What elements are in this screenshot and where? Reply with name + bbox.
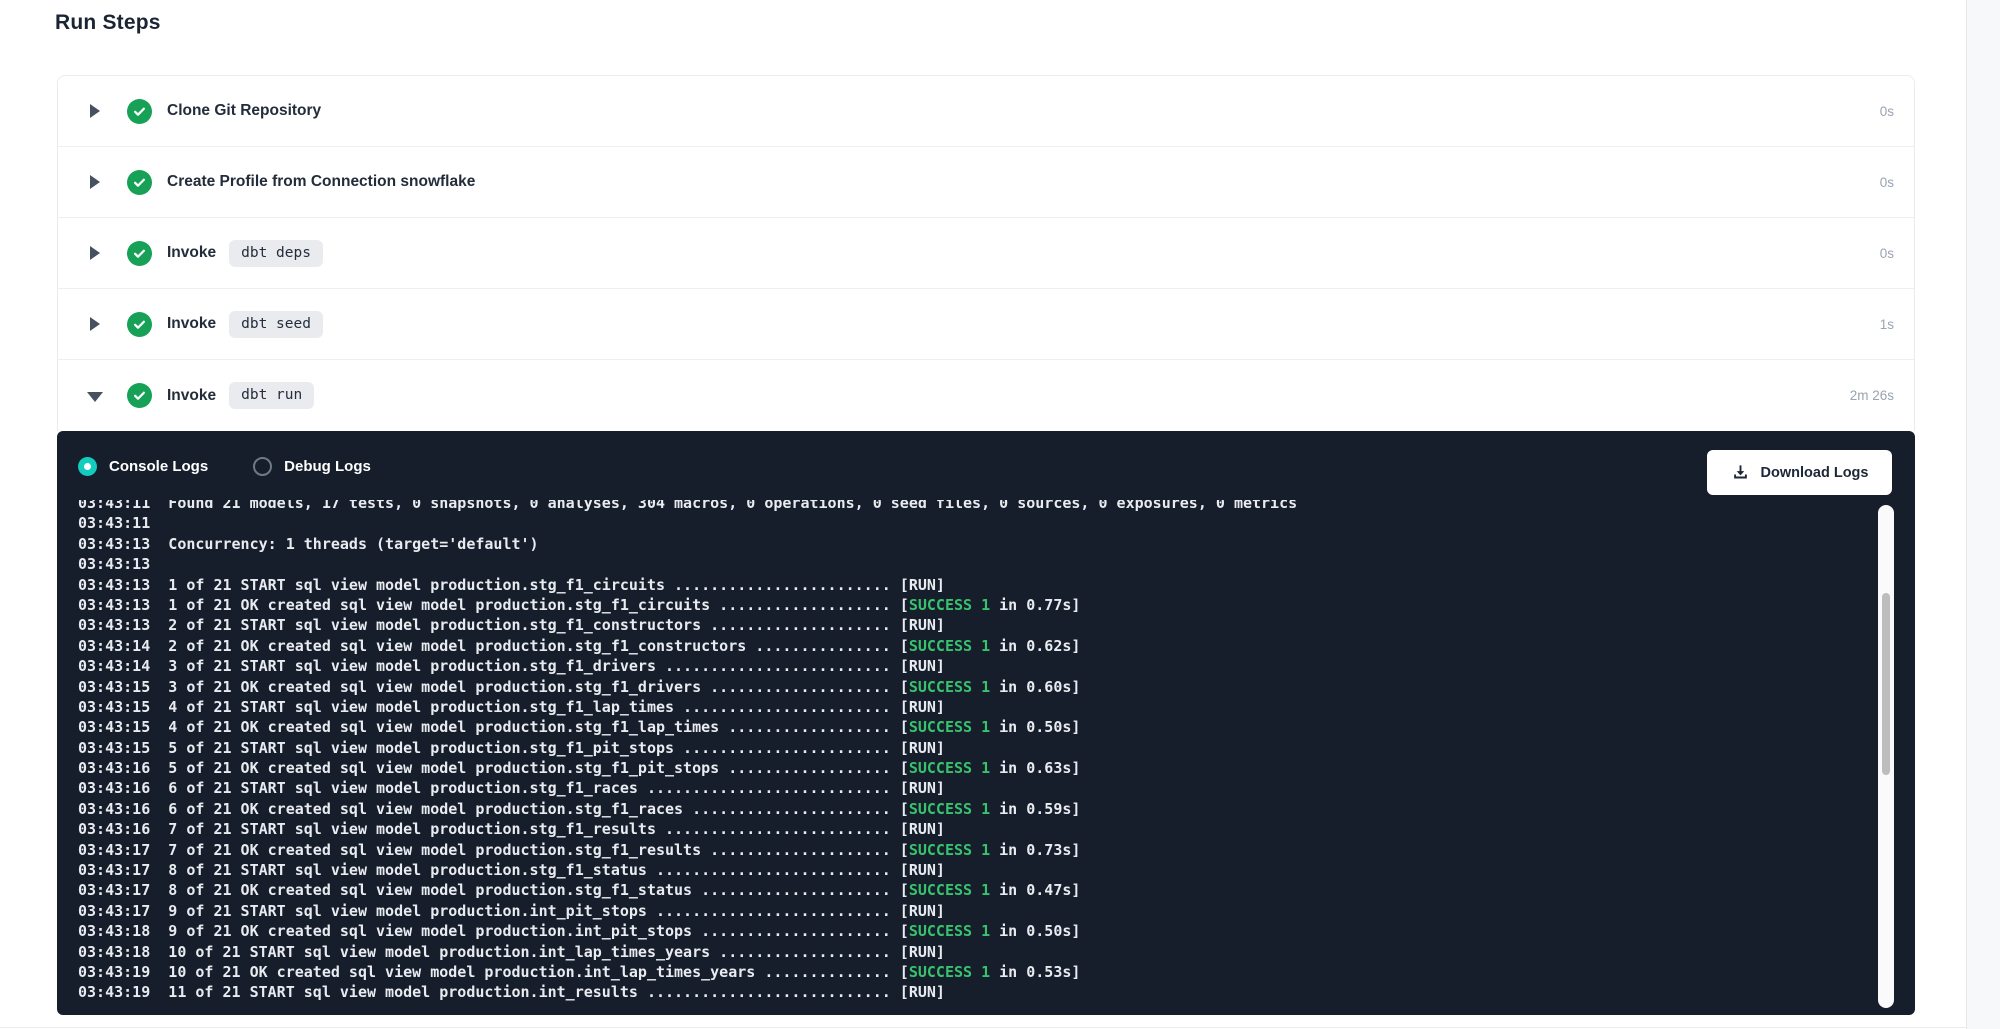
step-command-chip: dbt seed <box>229 311 323 338</box>
step-command-chip: dbt run <box>229 382 314 409</box>
scrollbar-track[interactable] <box>1878 505 1894 1008</box>
run-step-row[interactable]: Invoke dbt seed 1s <box>58 289 1914 360</box>
console-log-output: 03:43:11 Found 21 models, 17 tests, 0 sn… <box>78 500 1853 1003</box>
success-check-icon <box>127 241 152 266</box>
log-line: 03:43:16 6 of 21 START sql view model pr… <box>78 778 1853 798</box>
log-line: 03:43:17 8 of 21 OK created sql view mod… <box>78 880 1853 900</box>
run-steps-card: Clone Git Repository 0s Create Profile f… <box>57 75 1915 431</box>
download-icon <box>1731 463 1750 482</box>
log-line: 03:43:15 3 of 21 OK created sql view mod… <box>78 677 1853 697</box>
log-line: 03:43:17 7 of 21 OK created sql view mod… <box>78 840 1853 860</box>
scrollbar-thumb[interactable] <box>1882 593 1890 775</box>
step-duration: 0s <box>1880 175 1894 190</box>
log-line: 03:43:16 7 of 21 START sql view model pr… <box>78 819 1853 839</box>
log-line: 03:43:18 9 of 21 OK created sql view mod… <box>78 921 1853 941</box>
log-line: 03:43:16 6 of 21 OK created sql view mod… <box>78 799 1853 819</box>
log-line: 03:43:13 2 of 21 START sql view model pr… <box>78 615 1853 635</box>
log-line: 03:43:16 5 of 21 OK created sql view mod… <box>78 758 1853 778</box>
chevron-caret-icon[interactable] <box>89 246 101 260</box>
log-line: 03:43:14 3 of 21 START sql view model pr… <box>78 656 1853 676</box>
chevron-caret-icon[interactable] <box>89 317 101 331</box>
log-line: 03:43:15 4 of 21 OK created sql view mod… <box>78 717 1853 737</box>
step-label: Create Profile from Connection snowflake <box>167 173 475 191</box>
success-check-icon <box>127 312 152 337</box>
download-logs-label: Download Logs <box>1761 465 1869 481</box>
success-check-icon <box>127 383 152 408</box>
step-duration: 1s <box>1880 317 1894 332</box>
log-line: 03:43:13 Concurrency: 1 threads (target=… <box>78 534 1853 554</box>
radio-label: Debug Logs <box>284 458 371 475</box>
page-title: Run Steps <box>55 11 161 35</box>
run-step-row[interactable]: Create Profile from Connection snowflake… <box>58 147 1914 218</box>
log-line: 03:43:13 <box>78 554 1853 574</box>
log-line: 03:43:13 1 of 21 OK created sql view mod… <box>78 595 1853 615</box>
chevron-caret-icon[interactable] <box>89 389 101 403</box>
log-line: 03:43:19 10 of 21 OK created sql view mo… <box>78 962 1853 982</box>
run-step-row[interactable]: Invoke dbt deps 0s <box>58 218 1914 289</box>
log-type-radio[interactable]: Debug Logs <box>253 457 371 476</box>
step-label: Invoke <box>167 315 216 333</box>
chevron-caret-icon[interactable] <box>89 104 101 118</box>
log-line: 03:43:19 11 of 21 START sql view model p… <box>78 982 1853 1002</box>
log-line: 03:43:14 2 of 21 OK created sql view mod… <box>78 636 1853 656</box>
log-line: 03:43:15 4 of 21 START sql view model pr… <box>78 697 1853 717</box>
log-line: 03:43:17 9 of 21 START sql view model pr… <box>78 901 1853 921</box>
success-check-icon <box>127 170 152 195</box>
console-panel: Console Logs Debug Logs Download Logs 03… <box>57 431 1915 1015</box>
log-line: 03:43:13 1 of 21 START sql view model pr… <box>78 575 1853 595</box>
log-line: 03:43:15 5 of 21 START sql view model pr… <box>78 738 1853 758</box>
step-duration: 0s <box>1880 104 1894 119</box>
radio-icon[interactable] <box>253 457 272 476</box>
log-line: 03:43:17 8 of 21 START sql view model pr… <box>78 860 1853 880</box>
log-line: 03:43:11 Found 21 models, 17 tests, 0 sn… <box>78 500 1853 513</box>
download-logs-button[interactable]: Download Logs <box>1707 450 1892 495</box>
radio-label: Console Logs <box>109 458 208 475</box>
run-step-row[interactable]: Invoke dbt run 2m 26s <box>58 360 1914 431</box>
log-type-radio-group: Console Logs Debug Logs <box>78 431 416 501</box>
chevron-caret-icon[interactable] <box>89 175 101 189</box>
bottom-divider <box>0 1027 1966 1028</box>
log-line: 03:43:18 10 of 21 START sql view model p… <box>78 942 1853 962</box>
console-log-viewport[interactable]: 03:43:11 Found 21 models, 17 tests, 0 sn… <box>78 500 1853 1005</box>
step-label: Invoke <box>167 244 216 262</box>
step-duration: 2m 26s <box>1850 388 1894 403</box>
log-line: 03:43:11 <box>78 513 1853 533</box>
right-gutter <box>1966 0 2000 1029</box>
step-duration: 0s <box>1880 246 1894 261</box>
radio-icon[interactable] <box>78 457 97 476</box>
success-check-icon <box>127 99 152 124</box>
run-step-row[interactable]: Clone Git Repository 0s <box>58 76 1914 147</box>
log-type-radio[interactable]: Console Logs <box>78 457 208 476</box>
step-label: Clone Git Repository <box>167 102 321 120</box>
step-label: Invoke <box>167 387 216 405</box>
step-command-chip: dbt deps <box>229 240 323 267</box>
